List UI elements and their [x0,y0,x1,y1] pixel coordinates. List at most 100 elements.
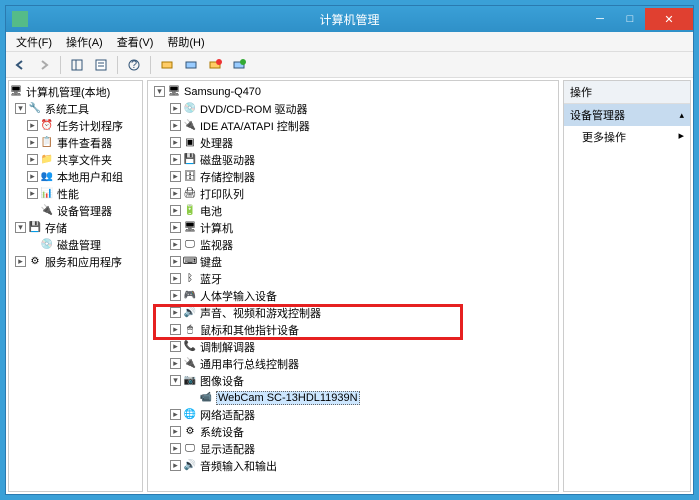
device-category[interactable]: ▸🔌通用串行总线控制器 [148,355,558,372]
expand-icon[interactable]: ▸ [170,256,181,267]
expand-icon[interactable]: ▸ [170,460,181,471]
device-category[interactable]: ▸🖥计算机 [148,219,558,236]
device-category[interactable]: ▸▣处理器 [148,134,558,151]
expand-icon[interactable]: ▸ [170,205,181,216]
expand-icon[interactable]: ▸ [27,137,38,148]
actions-section[interactable]: 设备管理器 ▴ [564,104,690,126]
device-category[interactable]: ▸🖵监视器 [148,236,558,253]
expand-icon[interactable]: ▸ [170,341,181,352]
menu-view[interactable]: 查看(V) [111,32,160,52]
category-label: IDE ATA/ATAPI 控制器 [200,118,310,134]
device-root[interactable]: ▾🖥Samsung-Q470 [148,83,558,100]
device-category[interactable]: ▸🌐网络适配器 [148,406,558,423]
device-category[interactable]: ▸📞调制解调器 [148,338,558,355]
device-icon: 🖵 [183,238,197,252]
tree-shared-folders[interactable]: ▸📁共享文件夹 [9,151,142,168]
expand-icon[interactable]: ▸ [170,324,181,335]
tree-task-scheduler[interactable]: ▸⏰任务计划程序 [9,117,142,134]
expand-icon[interactable]: ▸ [170,273,181,284]
expand-icon[interactable]: ▸ [15,256,26,267]
expand-icon[interactable]: ▸ [27,188,38,199]
properties-button[interactable] [91,55,111,75]
computer-icon: 🖥 [9,85,23,99]
device-category[interactable]: ▸🔌IDE ATA/ATAPI 控制器 [148,117,558,134]
expand-icon[interactable]: ▸ [27,120,38,131]
device-category[interactable]: ▸💿DVD/CD-ROM 驱动器 [148,100,558,117]
tree-disk-mgmt[interactable]: 💿磁盘管理 [9,236,142,253]
tree-system-tools[interactable]: ▾🔧系统工具 [9,100,142,117]
expand-icon[interactable]: ▸ [27,171,38,182]
expand-icon[interactable]: ▸ [170,409,181,420]
device-category[interactable]: ▸🔊声音、视频和游戏控制器 [148,304,558,321]
tree-local-users[interactable]: ▸👥本地用户和组 [9,168,142,185]
right-pane: 操作 设备管理器 ▴ 更多操作 ▸ [563,80,691,492]
device-category[interactable]: ▸🔊音频输入和输出 [148,457,558,474]
console-tree: 🖥计算机管理(本地) ▾🔧系统工具 ▸⏰任务计划程序 ▸📋事件查看器 ▸📁共享文… [9,81,142,272]
expand-icon[interactable]: ▸ [170,290,181,301]
tree-services[interactable]: ▸⚙服务和应用程序 [9,253,142,270]
tree-root[interactable]: 🖥计算机管理(本地) [9,83,142,100]
minimize-button[interactable]: ─ [585,8,615,30]
expand-icon[interactable]: ▸ [170,171,181,182]
help-button[interactable]: ? [124,55,144,75]
device-imaging[interactable]: ▾📷图像设备 [148,372,558,389]
device-webcam[interactable]: 📹WebCam SC-13HDL11939N [148,389,558,406]
collapse-icon[interactable]: ▾ [154,86,165,97]
tree-event-viewer[interactable]: ▸📋事件查看器 [9,134,142,151]
device-category[interactable]: ▸⚙系统设备 [148,423,558,440]
titlebar[interactable]: 计算机管理 ─ □ ✕ [6,6,693,32]
folder-icon: 📁 [40,153,54,167]
forward-button[interactable] [34,55,54,75]
scan-button[interactable] [157,55,177,75]
expand-icon[interactable]: ▸ [170,103,181,114]
device-category[interactable]: ▸🖵显示适配器 [148,440,558,457]
expand-icon[interactable]: ▸ [170,358,181,369]
expand-icon[interactable]: ▸ [170,137,181,148]
device-category[interactable]: ▸🔋电池 [148,202,558,219]
menu-help[interactable]: 帮助(H) [161,32,210,52]
expand-icon[interactable]: ▸ [170,443,181,454]
device-icon: 🎮 [183,289,197,303]
menu-file[interactable]: 文件(F) [10,32,58,52]
more-actions[interactable]: 更多操作 ▸ [564,126,690,148]
expand-icon[interactable]: ▸ [170,154,181,165]
menu-action[interactable]: 操作(A) [60,32,109,52]
close-button[interactable]: ✕ [645,8,693,30]
computer-icon: 🖥 [167,85,181,99]
tree-device-manager[interactable]: 🔌设备管理器 [9,202,142,219]
tree-storage[interactable]: ▾💾存储 [9,219,142,236]
collapse-icon[interactable]: ▾ [170,375,181,386]
maximize-button[interactable]: □ [615,8,645,30]
expand-icon[interactable]: ▸ [170,188,181,199]
expand-icon[interactable]: ▸ [170,120,181,131]
actions-header: 操作 [564,81,690,104]
device-category[interactable]: ▸🖨打印队列 [148,185,558,202]
tree-performance[interactable]: ▸📊性能 [9,185,142,202]
device-category[interactable]: ▸⌨键盘 [148,253,558,270]
device-category[interactable]: ▸ᛒ蓝牙 [148,270,558,287]
device-category[interactable]: ▸🖱鼠标和其他指针设备 [148,321,558,338]
update-button[interactable] [181,55,201,75]
device-category[interactable]: ▸🎮人体学输入设备 [148,287,558,304]
camera-icon: 📷 [183,374,197,388]
expand-icon[interactable]: ▸ [170,307,181,318]
expand-icon[interactable]: ▸ [170,222,181,233]
show-hide-button[interactable] [67,55,87,75]
disable-button[interactable] [229,55,249,75]
svg-text:?: ? [131,59,137,71]
back-button[interactable] [10,55,30,75]
expand-icon[interactable]: ▸ [170,239,181,250]
device-icon: 🔌 [183,357,197,371]
main-window: 计算机管理 ─ □ ✕ 文件(F) 操作(A) 查看(V) 帮助(H) ? 🖥计… [5,5,694,495]
device-icon: 💿 [183,102,197,116]
expand-icon[interactable]: ▸ [170,426,181,437]
device-category[interactable]: ▸💾磁盘驱动器 [148,151,558,168]
collapse-icon[interactable]: ▾ [15,222,26,233]
left-pane: 🖥计算机管理(本地) ▾🔧系统工具 ▸⏰任务计划程序 ▸📋事件查看器 ▸📁共享文… [8,80,143,492]
device-tree: ▾🖥Samsung-Q470 ▸💿DVD/CD-ROM 驱动器▸🔌IDE ATA… [148,81,558,476]
device-category[interactable]: ▸🗄存储控制器 [148,168,558,185]
perf-icon: 📊 [40,187,54,201]
uninstall-button[interactable] [205,55,225,75]
collapse-icon[interactable]: ▾ [15,103,26,114]
expand-icon[interactable]: ▸ [27,154,38,165]
